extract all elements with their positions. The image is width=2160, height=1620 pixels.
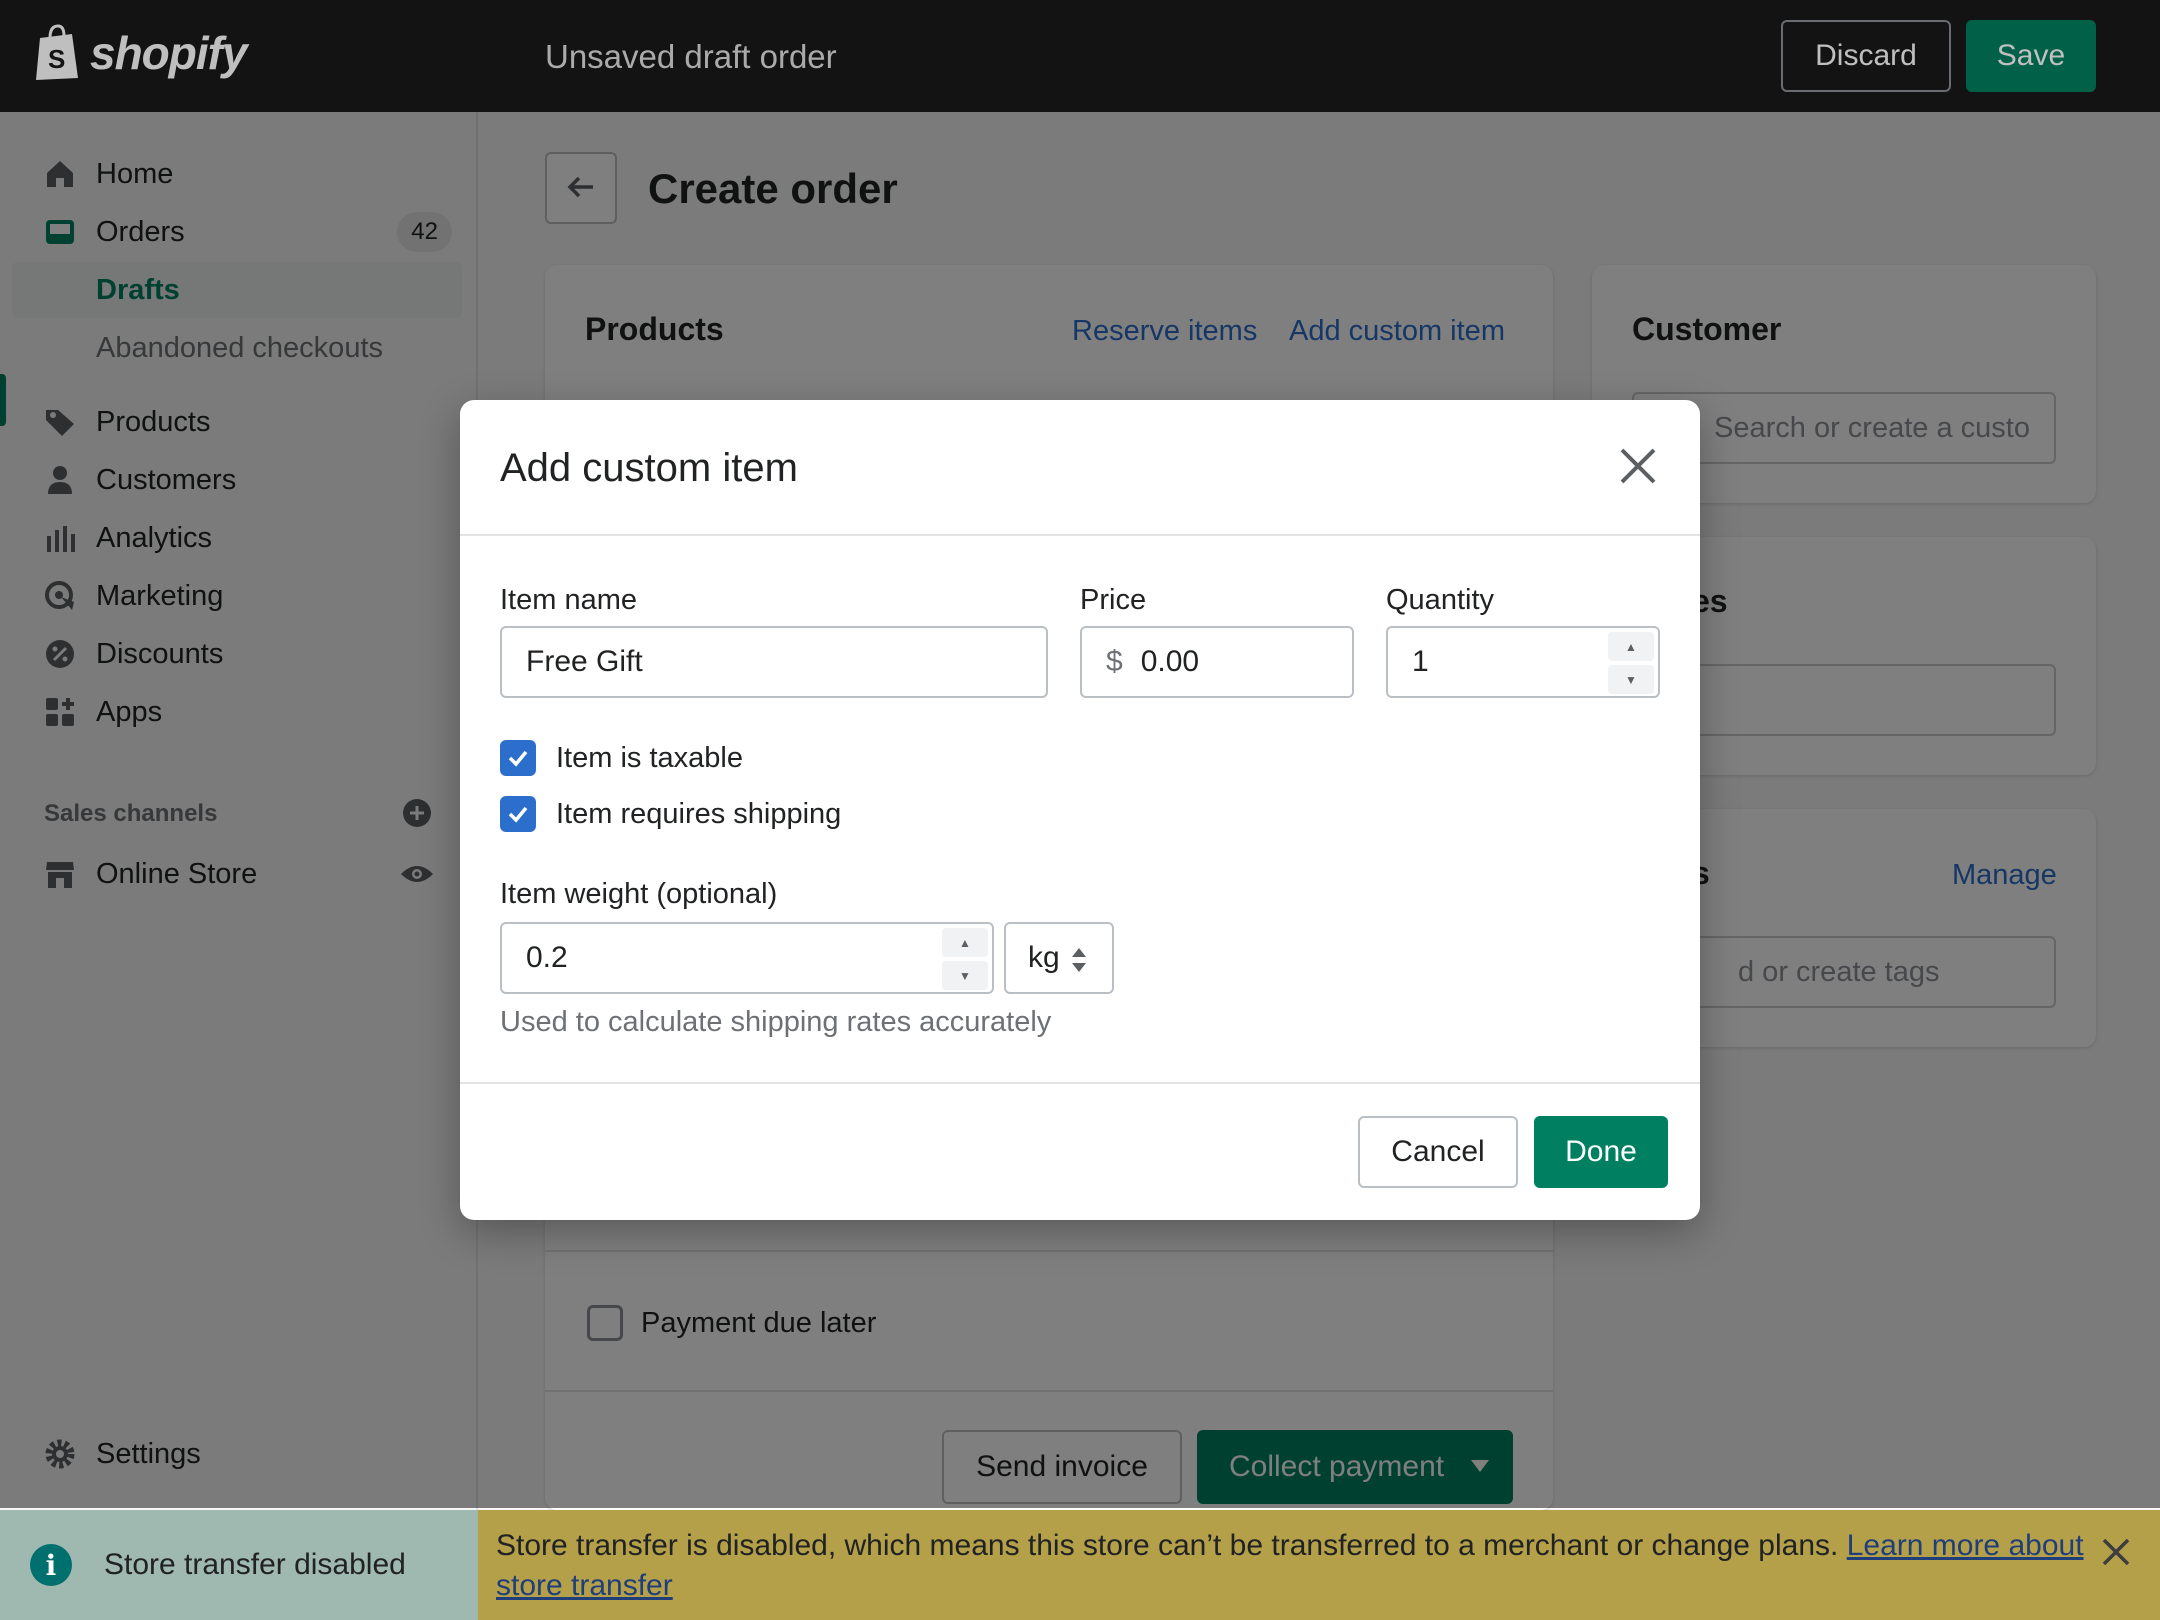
quantity-label: Quantity bbox=[1386, 584, 1494, 616]
close-icon[interactable] bbox=[1616, 444, 1660, 488]
price-value: 0.00 bbox=[1140, 645, 1200, 678]
select-arrows-icon bbox=[1072, 948, 1086, 972]
decrement-arrow-icon[interactable]: ▼ bbox=[1608, 665, 1654, 694]
requires-shipping-checkbox[interactable] bbox=[500, 796, 536, 832]
topbar-dim-overlay bbox=[0, 0, 2160, 112]
done-button[interactable]: Done bbox=[1534, 1116, 1668, 1188]
modal-title: Add custom item bbox=[500, 446, 798, 490]
info-icon: i bbox=[30, 1544, 72, 1586]
quantity-stepper-controls: ▲ ▼ bbox=[1608, 632, 1654, 694]
banner-message-text: Store transfer is disabled, which means … bbox=[496, 1529, 1839, 1562]
item-weight-label: Item weight (optional) bbox=[500, 878, 778, 910]
store-transfer-status: i Store transfer disabled bbox=[0, 1510, 478, 1620]
checkmark-icon bbox=[508, 750, 528, 767]
item-name-label: Item name bbox=[500, 584, 637, 616]
item-name-value: Free Gift bbox=[526, 645, 643, 678]
store-transfer-banner: Store transfer is disabled, which means … bbox=[478, 1510, 2160, 1620]
price-input[interactable]: $ 0.00 bbox=[1080, 626, 1354, 698]
weight-stepper-controls: ▲ ▼ bbox=[942, 928, 988, 990]
cancel-button[interactable]: Cancel bbox=[1358, 1116, 1518, 1188]
price-label: Price bbox=[1080, 584, 1147, 616]
currency-prefix: $ bbox=[1106, 645, 1123, 678]
taxable-label: Item is taxable bbox=[556, 742, 743, 774]
quantity-value: 1 bbox=[1412, 645, 1429, 678]
weight-unit-select[interactable]: kg bbox=[1004, 922, 1114, 994]
quantity-stepper[interactable]: 1 ▲ ▼ bbox=[1386, 626, 1660, 698]
item-weight-input[interactable]: 0.2 ▲ ▼ bbox=[500, 922, 994, 994]
item-weight-value: 0.2 bbox=[526, 941, 568, 974]
increment-arrow-icon[interactable]: ▲ bbox=[1608, 632, 1654, 661]
decrement-arrow-icon[interactable]: ▼ bbox=[942, 961, 988, 990]
close-icon[interactable] bbox=[2096, 1532, 2136, 1572]
weight-unit-value: kg bbox=[1028, 941, 1060, 974]
store-transfer-status-text: Store transfer disabled bbox=[104, 1548, 406, 1581]
weight-help-text: Used to calculate shipping rates accurat… bbox=[500, 1006, 1052, 1038]
requires-shipping-label: Item requires shipping bbox=[556, 798, 842, 830]
increment-arrow-icon[interactable]: ▲ bbox=[942, 928, 988, 957]
item-name-input[interactable]: Free Gift bbox=[500, 626, 1048, 698]
taxable-checkbox[interactable] bbox=[500, 740, 536, 776]
modal-footer-divider bbox=[460, 1082, 1700, 1084]
add-custom-item-modal: Add custom item Item name Free Gift Pric… bbox=[460, 400, 1700, 1220]
banner-message: Store transfer is disabled, which means … bbox=[496, 1526, 2096, 1606]
modal-header: Add custom item bbox=[460, 400, 1700, 536]
checkmark-icon bbox=[508, 806, 528, 823]
